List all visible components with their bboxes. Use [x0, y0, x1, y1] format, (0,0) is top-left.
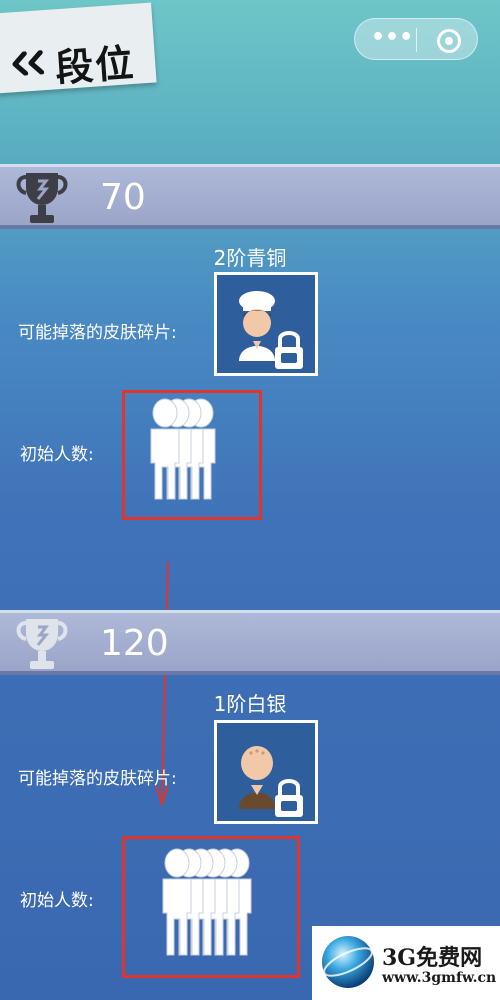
watermark-name: 3G免费网 [382, 945, 483, 971]
monk-avatar-locked-icon [239, 746, 303, 817]
rank-title: 1阶白银 [213, 692, 287, 716]
globe-logo-icon [322, 936, 374, 988]
target-circle-icon[interactable] [437, 29, 461, 53]
watermark-url: www.3gmfw.cn [382, 970, 497, 986]
double-chevron-left-icon[interactable] [10, 49, 52, 77]
skin-fragment-label: 可能掉落的皮肤碎片: [18, 323, 177, 343]
rank-score: 70 [100, 177, 146, 218]
back-banner-inner: 段位 [0, 22, 157, 93]
bronze-trophy-icon [16, 173, 68, 223]
silver-trophy-icon [16, 619, 68, 669]
people-group-icon [150, 398, 216, 500]
people-group-icon [162, 848, 252, 956]
capsule-menu: ••• [354, 18, 478, 60]
watermark: 3G免费网 www.3gmfw.cn [312, 926, 500, 1000]
capsule-divider [416, 28, 417, 52]
skin-fragment-card[interactable] [214, 720, 318, 824]
initial-count-highlight [122, 390, 262, 520]
more-dots-icon[interactable]: ••• [371, 27, 413, 51]
chef-avatar-locked-icon [239, 291, 303, 369]
back-banner[interactable]: 段位 [0, 2, 157, 94]
rank-band-bronze: 70 [0, 164, 500, 229]
initial-count-label: 初始人数: [20, 445, 94, 465]
skin-fragment-label: 可能掉落的皮肤碎片: [18, 769, 177, 789]
rank-score: 120 [100, 623, 169, 664]
rank-band-silver: 120 [0, 610, 500, 675]
initial-count-label: 初始人数: [20, 891, 94, 911]
initial-count-highlight [122, 836, 300, 978]
rank-title: 2阶青铜 [213, 246, 287, 270]
skin-fragment-card[interactable] [214, 272, 318, 376]
page-title: 段位 [53, 40, 137, 91]
